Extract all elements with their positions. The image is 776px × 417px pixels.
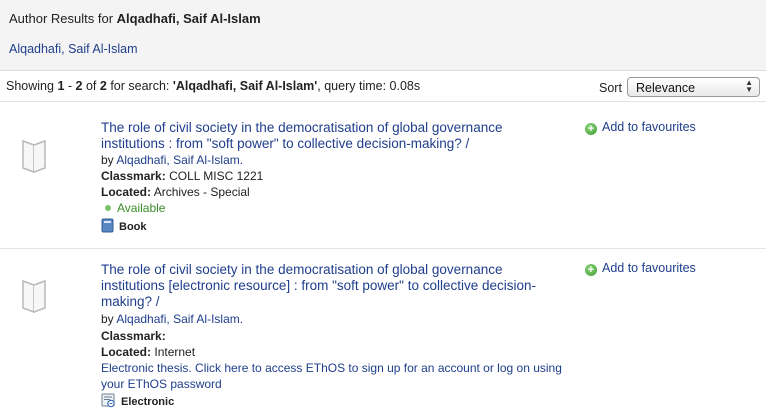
author-link[interactable]: Alqadhafi, Saif Al-Islam xyxy=(9,42,138,56)
book-placeholder-icon xyxy=(22,279,46,314)
located-value: Internet xyxy=(154,345,196,359)
sort-selected-value: Relevance xyxy=(636,81,696,95)
format-line: Electronic xyxy=(101,393,174,408)
record-author-line: by Alqadhafi, Saif Al-Islam. xyxy=(101,153,243,167)
classmark-value: COLL MISC 1221 xyxy=(169,169,264,183)
results-end: 2 xyxy=(75,79,83,93)
results-count: Showing 1 - 2 of 2 for search: 'Alqadhaf… xyxy=(6,79,420,93)
classmark-label: Classmark: xyxy=(101,169,166,183)
ethos-access-link[interactable]: Electronic thesis. Click here to access … xyxy=(101,360,571,392)
classmark-line: Classmark: xyxy=(101,329,166,343)
located-label: Located: xyxy=(101,185,152,199)
by-label: by xyxy=(101,312,114,326)
classmark-line: Classmark: COLL MISC 1221 xyxy=(101,169,263,183)
book-placeholder-icon xyxy=(22,139,46,174)
book-icon xyxy=(101,218,114,233)
page-title: Author Results for Alqadhafi, Saif Al-Is… xyxy=(9,11,261,26)
sort-label: Sort xyxy=(599,81,622,95)
result-record: The role of civil society in the democra… xyxy=(0,249,766,417)
format-label: Electronic xyxy=(121,396,175,408)
results-dash: - xyxy=(67,79,73,93)
query-time: , query time: 0.08s xyxy=(317,79,421,93)
results-total: 2 xyxy=(99,79,107,93)
status-dot-icon xyxy=(105,205,111,212)
favourite-label: Add to favourites xyxy=(602,261,696,275)
located-label: Located: xyxy=(101,345,152,359)
add-to-favourites-button[interactable]: + Add to favourites xyxy=(585,261,696,276)
results-of: of xyxy=(85,79,97,93)
status-text: Available xyxy=(117,201,166,215)
author-results-header: Author Results for Alqadhafi, Saif Al-Is… xyxy=(0,0,766,71)
showing-label: Showing xyxy=(6,79,54,93)
search-query: 'Alqadhafi, Saif Al-Islam' xyxy=(172,79,318,93)
record-author-link[interactable]: Alqadhafi, Saif Al-Islam. xyxy=(116,153,243,167)
record-author-link[interactable]: Alqadhafi, Saif Al-Islam. xyxy=(116,312,243,326)
add-to-favourites-button[interactable]: + Add to favourites xyxy=(585,120,696,135)
format-line: Book xyxy=(101,218,147,233)
availability-status: Available xyxy=(101,201,165,215)
classmark-label: Classmark: xyxy=(101,329,166,343)
plus-circle-icon: + xyxy=(585,264,597,276)
plus-circle-icon: + xyxy=(585,123,597,135)
title-prefix: Author Results for xyxy=(9,11,114,26)
for-search-label: for search: xyxy=(110,79,170,93)
located-value: Archives - Special xyxy=(153,185,250,199)
record-title-link[interactable]: The role of civil society in the democra… xyxy=(101,120,541,152)
results-start: 1 xyxy=(57,79,65,93)
located-line: Located: Archives - Special xyxy=(101,185,250,199)
title-author: Alqadhafi, Saif Al-Islam xyxy=(116,11,261,26)
record-title-link[interactable]: The role of civil society in the democra… xyxy=(101,262,541,310)
select-arrows-icon: ▲ ▼ xyxy=(745,78,753,94)
sort-select[interactable]: Relevance ▲ ▼ xyxy=(627,77,760,97)
result-record: The role of civil society in the democra… xyxy=(0,102,766,249)
located-line: Located: Internet xyxy=(101,345,195,359)
by-label: by xyxy=(101,153,114,167)
electronic-resource-icon xyxy=(101,393,115,408)
format-label: Book xyxy=(119,221,147,233)
favourite-label: Add to favourites xyxy=(602,120,696,134)
record-author-line: by Alqadhafi, Saif Al-Islam. xyxy=(101,312,243,326)
